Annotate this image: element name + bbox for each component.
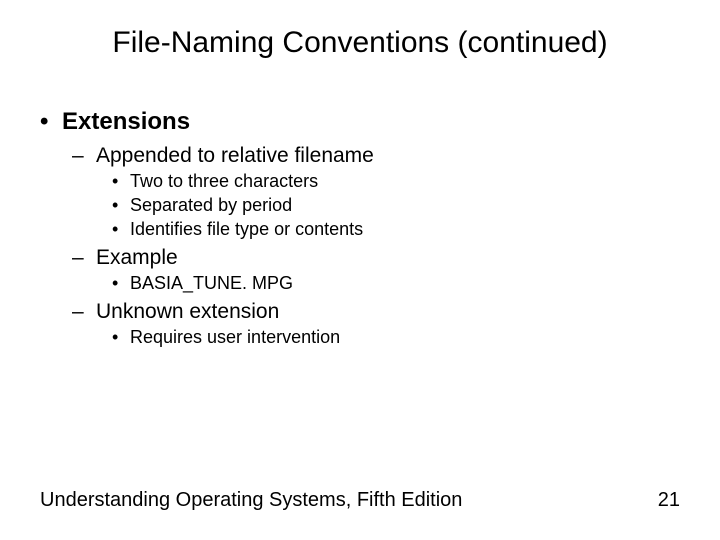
- bullet-basia: BASIA_TUNE. MPG: [112, 273, 680, 294]
- bullet-text: Requires user intervention: [130, 327, 340, 347]
- slide: File-Naming Conventions (continued) Exte…: [0, 0, 720, 540]
- bullet-text: Separated by period: [130, 195, 292, 215]
- bullet-period: Separated by period: [112, 195, 680, 216]
- bullet-text: Appended to relative filename: [96, 144, 374, 167]
- bullet-text: Example: [96, 246, 178, 269]
- bullet-text: Two to three characters: [130, 171, 318, 191]
- slide-body: Extensions Appended to relative filename…: [40, 108, 680, 351]
- bullet-text: Identifies file type or contents: [130, 219, 363, 239]
- bullet-text: BASIA_TUNE. MPG: [130, 273, 293, 293]
- bullet-appended: Appended to relative filename: [72, 144, 680, 168]
- bullet-text: Extensions: [62, 108, 190, 135]
- footer-source: Understanding Operating Systems, Fifth E…: [40, 489, 462, 512]
- bullet-identifies: Identifies file type or contents: [112, 219, 680, 240]
- slide-title: File-Naming Conventions (continued): [0, 26, 720, 60]
- bullet-requires: Requires user intervention: [112, 327, 680, 348]
- bullet-example: Example: [72, 246, 680, 270]
- page-number: 21: [658, 489, 680, 512]
- bullet-chars: Two to three characters: [112, 171, 680, 192]
- bullet-unknown: Unknown extension: [72, 300, 680, 324]
- bullet-text: Unknown extension: [96, 300, 279, 323]
- bullet-extensions: Extensions: [40, 108, 680, 136]
